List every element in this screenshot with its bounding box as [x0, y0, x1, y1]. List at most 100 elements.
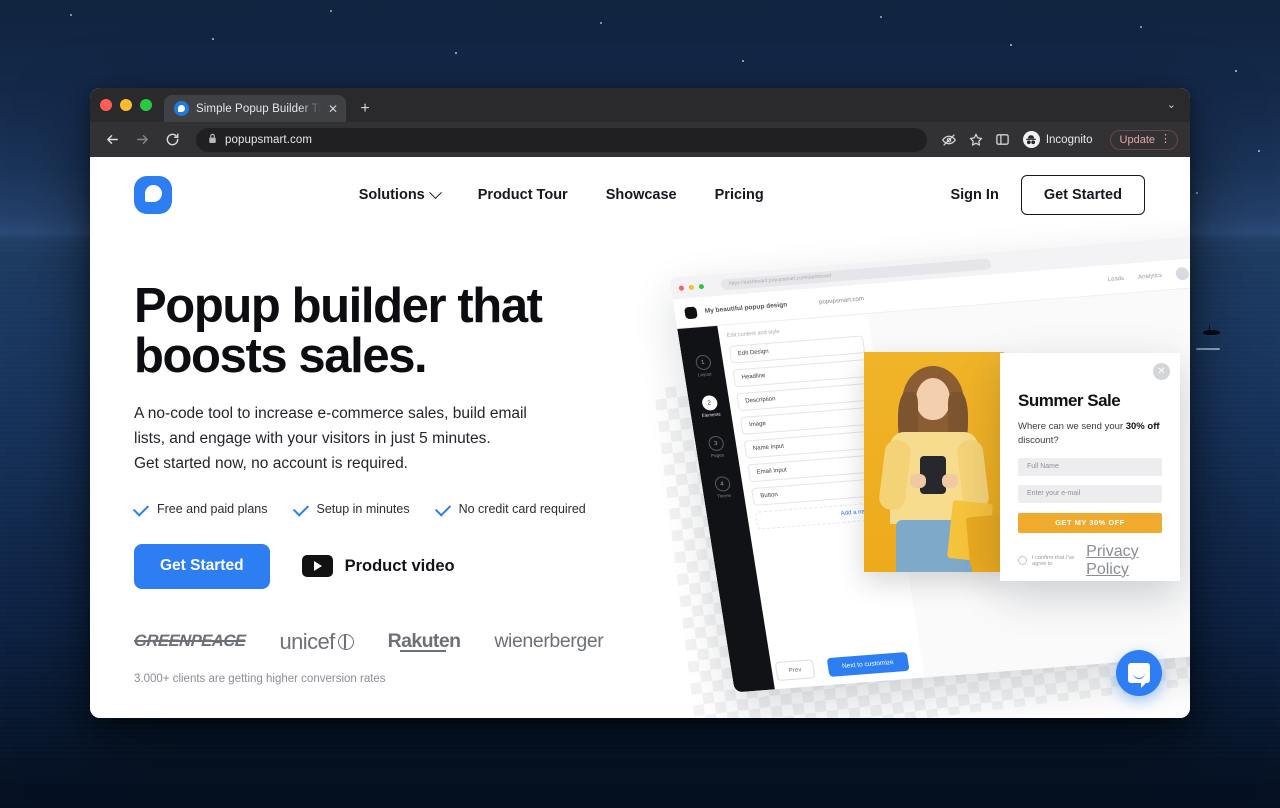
toolbar-icons: Incognito Update ⋮ — [941, 129, 1178, 150]
hero-illustration: https://dashboard.popupsmart.com/dashboa… — [552, 157, 1190, 718]
update-button[interactable]: Update ⋮ — [1109, 129, 1178, 150]
profile-label: Incognito — [1045, 133, 1093, 146]
editor-step: 2 Elements — [688, 394, 731, 419]
hero-subtitle-line1: A no-code tool to increase e-commerce sa… — [134, 404, 527, 422]
editor-step: 1 Layout — [682, 353, 725, 378]
cta-row: Get Started Product video — [134, 543, 614, 589]
clients-note: 3.000+ clients are getting higher conver… — [134, 672, 386, 685]
eye-off-icon[interactable] — [941, 132, 957, 148]
popupsmart-logo-icon[interactable] — [134, 176, 172, 214]
browser-tab[interactable]: Simple Popup Builder That Boo ✕ — [164, 95, 346, 122]
editor-design-name: My beautiful popup design — [704, 301, 788, 315]
editor-domain: popupsmart.com — [818, 295, 865, 306]
smile-icon — [1133, 673, 1145, 679]
editor-item-name-input: Name Input — [743, 430, 881, 459]
back-button[interactable] — [102, 130, 122, 150]
forward-button[interactable] — [132, 130, 152, 150]
tab-strip: Simple Popup Builder That Boo ✕ + ⌄ — [90, 88, 1190, 122]
close-icon[interactable]: ✕ — [1153, 363, 1170, 380]
photo-face — [916, 378, 950, 420]
reload-button[interactable] — [162, 130, 182, 150]
star — [742, 60, 744, 62]
client-logos: GREENPEACE unicef Rakuten wienerberger — [134, 629, 614, 655]
window-controls[interactable] — [100, 88, 164, 122]
profile-incognito-button[interactable]: Incognito — [1022, 131, 1093, 148]
popup-name-input[interactable]: Full Name — [1018, 457, 1162, 476]
check-icon — [434, 500, 451, 517]
editor-dot-red — [678, 284, 685, 291]
photo-hand-right — [942, 474, 958, 488]
editor-item-headline: Headline — [732, 359, 870, 388]
feature-label: Setup in minutes — [316, 501, 410, 516]
popup-title: Summer Sale — [1018, 391, 1121, 410]
feature-label: No credit card required — [458, 501, 586, 516]
get-started-hero-button[interactable]: Get Started — [134, 543, 270, 589]
hero-subtitle: A no-code tool to increase e-commerce sa… — [134, 401, 614, 477]
star — [70, 14, 72, 16]
hero-copy: Popup builder that boosts sales. A no-co… — [132, 233, 614, 685]
tab-favicon-icon — [174, 101, 189, 116]
editor-step: 3 Pages — [694, 434, 737, 459]
address-bar[interactable]: popupsmart.com — [196, 127, 927, 152]
minimize-window-button[interactable] — [120, 99, 132, 111]
privacy-policy-link[interactable]: Privacy Policy — [1086, 543, 1162, 579]
boat-wake — [1196, 348, 1220, 350]
star — [330, 10, 332, 12]
photo-hand-left — [910, 474, 926, 488]
new-tab-button[interactable]: + — [352, 95, 378, 122]
photo-shopping-bag — [965, 514, 1004, 568]
incognito-avatar-icon — [1022, 131, 1040, 148]
nav-label: Solutions — [358, 187, 425, 203]
close-window-button[interactable] — [100, 99, 112, 111]
consent-checkbox[interactable] — [1018, 556, 1027, 565]
feature-item: Free and paid plans — [132, 500, 268, 517]
tab-title: Simple Popup Builder That Boo — [196, 102, 321, 115]
globe-icon — [337, 633, 354, 650]
step-label: Pages — [710, 452, 725, 459]
step-number: 4 — [713, 475, 731, 492]
product-video-link[interactable]: Product video — [301, 555, 455, 578]
editor-item-description: Description — [736, 382, 873, 412]
side-panel-icon[interactable] — [995, 132, 1010, 147]
play-icon — [301, 555, 333, 578]
brand-logo-unicef: unicef — [280, 629, 354, 655]
editor-header-links: Leads Analytics Account — [1107, 264, 1190, 286]
page-title: Popup builder that boosts sales. — [134, 281, 614, 382]
popup-submit-button[interactable]: GET MY 30% OFF — [1018, 512, 1162, 533]
editor-prev-button: Prev — [774, 659, 816, 682]
editor-item-edit-design: Edit Design — [728, 335, 866, 364]
hero-subtitle-line3: Get started now, no account is required. — [134, 455, 408, 473]
editor-step: 4 Theme — [701, 475, 744, 500]
editor-dot-green — [698, 283, 705, 289]
popup-hero-photo — [864, 352, 1004, 572]
nav-item-solutions[interactable]: Solutions — [358, 185, 442, 203]
feature-item: No credit card required — [434, 500, 586, 517]
chrome-menu-icon[interactable]: ⋮ — [1160, 134, 1171, 145]
intercom-chat-button[interactable] — [1116, 650, 1162, 696]
popup-email-input[interactable]: Enter your e-mail — [1018, 484, 1162, 503]
star-icon[interactable] — [968, 132, 984, 148]
feature-label: Free and paid plans — [157, 501, 268, 516]
step-number: 2 — [700, 394, 718, 411]
step-label: Layout — [697, 371, 712, 378]
star — [600, 22, 602, 24]
chevron-down-icon — [428, 185, 442, 199]
tab-close-icon[interactable]: ✕ — [328, 103, 338, 115]
web-page: Solutions Product Tour Showcase Pricing … — [90, 157, 1190, 718]
consent-text: I confirm that I've agree to — [1032, 554, 1075, 567]
brand-logo-rakuten: Rakuten — [387, 630, 461, 653]
brand-logo-wienerberger: wienerberger — [494, 630, 604, 653]
hero-title-line2: boosts sales. — [134, 329, 428, 384]
popup-consent-row[interactable]: I confirm that I've agree to Privacy Pol… — [1018, 543, 1162, 579]
popup-desc-discount: 30% off — [1125, 421, 1160, 432]
chat-bubble-icon — [1128, 663, 1150, 688]
boat — [1203, 330, 1220, 335]
popup-description: Where can we send your 30% off discount? — [1018, 420, 1162, 449]
star — [1010, 44, 1012, 46]
check-icon — [292, 500, 309, 517]
maximize-window-button[interactable] — [140, 99, 152, 111]
tab-search-chevron-icon[interactable]: ⌄ — [1167, 98, 1176, 111]
step-number: 3 — [706, 435, 725, 452]
feature-list: Free and paid plans Setup in minutes No … — [132, 500, 614, 517]
lock-icon — [208, 131, 217, 149]
